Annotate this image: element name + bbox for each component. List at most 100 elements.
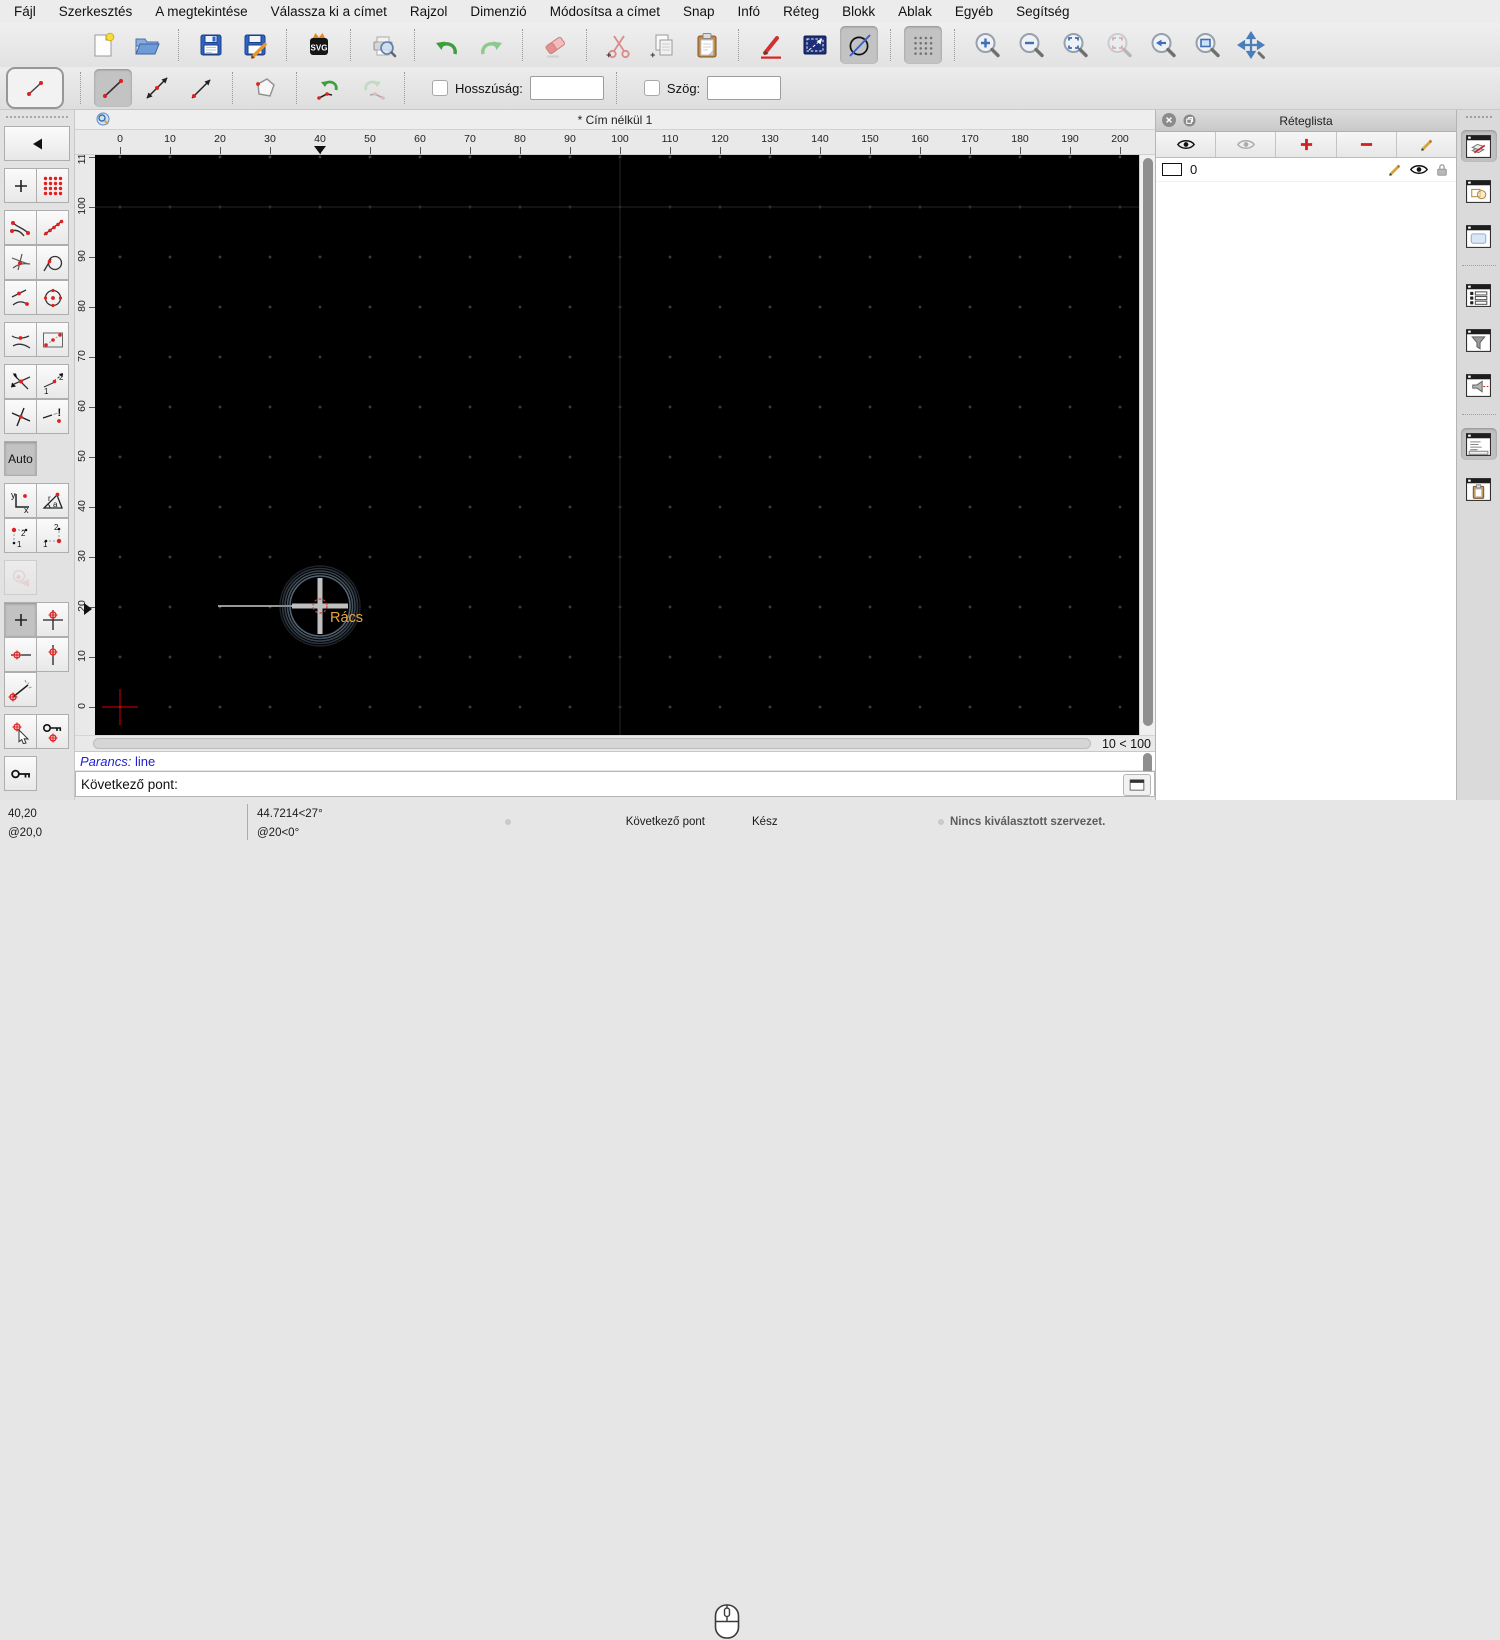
snap-on-entity-button[interactable] — [36, 210, 69, 245]
menu-dimenzio[interactable]: Dimenzió — [470, 4, 526, 19]
order-points-12-button[interactable]: 12 — [4, 518, 37, 553]
relative-zero-position-button[interactable] — [36, 602, 69, 637]
zoom-back-button[interactable] — [1144, 26, 1182, 64]
grid-toggle-button[interactable] — [904, 26, 942, 64]
menu-snap[interactable]: Snap — [683, 4, 715, 19]
close-icon[interactable] — [1162, 113, 1176, 127]
snap-tangent-button[interactable] — [36, 245, 69, 280]
menu-segitseg[interactable]: Segítség — [1016, 4, 1069, 19]
snap-distance-button[interactable] — [4, 280, 37, 315]
layer-visible-icon[interactable] — [1409, 163, 1429, 176]
coordinate-polar-button[interactable]: ra — [36, 483, 69, 518]
snap-grid-button[interactable] — [36, 168, 69, 203]
dock-beamer-button[interactable] — [1461, 369, 1497, 401]
dock-library-browser-button[interactable] — [1461, 220, 1497, 252]
menu-reteg[interactable]: Réteg — [783, 4, 819, 19]
cut-button[interactable] — [600, 26, 638, 64]
export-svg-button[interactable]: SVG — [300, 26, 338, 64]
zoom-in-button[interactable] — [968, 26, 1006, 64]
layer-color-swatch[interactable] — [1162, 163, 1182, 176]
paste-button[interactable] — [688, 26, 726, 64]
restrict-alert-button[interactable]: ! — [36, 399, 69, 434]
menu-fajl[interactable]: Fájl — [14, 4, 36, 19]
menu-a-megtekintese[interactable]: A megtekintése — [155, 4, 247, 19]
zoom-window-button[interactable] — [1188, 26, 1226, 64]
edit-layer-button[interactable] — [1397, 132, 1456, 157]
undo-button[interactable] — [428, 26, 466, 64]
drawing-canvas[interactable]: Rács — [95, 155, 1139, 735]
angle-input[interactable] — [707, 76, 781, 100]
order-points-21-button[interactable]: 12 — [36, 518, 69, 553]
snap-middle-button[interactable] — [4, 322, 37, 357]
copy-button[interactable] — [644, 26, 682, 64]
zoom-pan-button[interactable] — [1232, 26, 1270, 64]
intersection-auto-button[interactable] — [4, 364, 37, 399]
menu-info[interactable]: Infó — [738, 4, 761, 19]
layer-lock-icon[interactable] — [1436, 163, 1448, 177]
pick-coordinate-button[interactable] — [4, 714, 37, 749]
undock-icon[interactable] — [1182, 113, 1196, 127]
zoom-out-button[interactable] — [1012, 26, 1050, 64]
edit-layer-icon[interactable] — [1386, 162, 1402, 178]
menu-rajzol[interactable]: Rajzol — [410, 4, 448, 19]
set-relative-zero-button[interactable] — [4, 602, 37, 637]
canvas-vertical-scrollbar[interactable] — [1139, 155, 1155, 735]
command-dock-button[interactable] — [1123, 774, 1151, 796]
scrollbar-thumb[interactable] — [1143, 158, 1153, 726]
new-file-button[interactable] — [84, 26, 122, 64]
draw-line-infinite-button[interactable] — [138, 69, 176, 107]
snap-entity-box-button[interactable] — [36, 322, 69, 357]
open-file-button[interactable] — [128, 26, 166, 64]
dock-block-list-button[interactable] — [1461, 175, 1497, 207]
dock-command-line-button[interactable] — [1461, 428, 1497, 460]
restrict-horizontal-button[interactable] — [4, 637, 37, 672]
snap-intersection-button[interactable] — [4, 245, 37, 280]
angle-gauge-button[interactable] — [4, 672, 37, 707]
hide-all-layers-button[interactable] — [1216, 132, 1276, 157]
snap-free-button[interactable] — [4, 168, 37, 203]
save-as-button[interactable] — [236, 26, 274, 64]
draw-line-button[interactable] — [94, 69, 132, 107]
undo-segment-button[interactable] — [310, 69, 348, 107]
redo-button[interactable] — [472, 26, 510, 64]
menu-modositsa-a-cimet[interactable]: Módosítsa a címet — [550, 4, 660, 19]
snap-endpoint-button[interactable] — [4, 210, 37, 245]
layer-row[interactable]: 0 — [1156, 158, 1456, 182]
circle-line-button[interactable] — [840, 26, 878, 64]
current-tool-line[interactable] — [6, 67, 64, 109]
dock-entity-list-button[interactable] — [1461, 279, 1497, 311]
menu-blokk[interactable]: Blokk — [842, 4, 875, 19]
zoom-auto-button[interactable] — [1056, 26, 1094, 64]
menu-ablak[interactable]: Ablak — [898, 4, 932, 19]
pen-edit-button[interactable] — [752, 26, 790, 64]
restrict-auto-button[interactable]: Auto — [4, 441, 37, 476]
length-input[interactable] — [530, 76, 604, 100]
toolbar-gripper[interactable] — [1466, 116, 1492, 122]
restrict-vertical-button[interactable] — [36, 637, 69, 672]
add-layer-button[interactable] — [1276, 132, 1336, 157]
dock-filter-button[interactable] — [1461, 324, 1497, 356]
toolbar-gripper[interactable] — [6, 116, 68, 122]
coordinate-cartesian-button[interactable]: yx — [4, 483, 37, 518]
show-all-layers-button[interactable] — [1156, 132, 1216, 157]
snap-center-button[interactable] — [36, 280, 69, 315]
lock-key-button[interactable] — [4, 756, 37, 791]
length-checkbox[interactable] — [432, 80, 448, 96]
intersection-manual-button[interactable]: 12 — [36, 364, 69, 399]
command-input[interactable]: Következő pont: — [75, 771, 1155, 797]
angle-checkbox[interactable] — [644, 80, 660, 96]
print-preview-button[interactable] — [364, 26, 402, 64]
lock-relative-zero-button[interactable] — [36, 714, 69, 749]
select-window-button[interactable] — [796, 26, 834, 64]
dock-layer-list-button[interactable] — [1461, 130, 1497, 162]
remove-layer-button[interactable] — [1337, 132, 1397, 157]
menu-egyeb[interactable]: Egyéb — [955, 4, 993, 19]
menu-valassza-ki-a-cimet[interactable]: Válassza ki a címet — [271, 4, 387, 19]
menu-szerkesztes[interactable]: Szerkesztés — [59, 4, 133, 19]
draw-ray-button[interactable] — [182, 69, 220, 107]
dock-clipboard-button[interactable] — [1461, 473, 1497, 505]
save-button[interactable] — [192, 26, 230, 64]
canvas-horizontal-scrollbar[interactable] — [93, 738, 1091, 749]
restrict-nothing-button[interactable] — [4, 399, 37, 434]
collapse-toolbar-button[interactable] — [4, 126, 70, 161]
